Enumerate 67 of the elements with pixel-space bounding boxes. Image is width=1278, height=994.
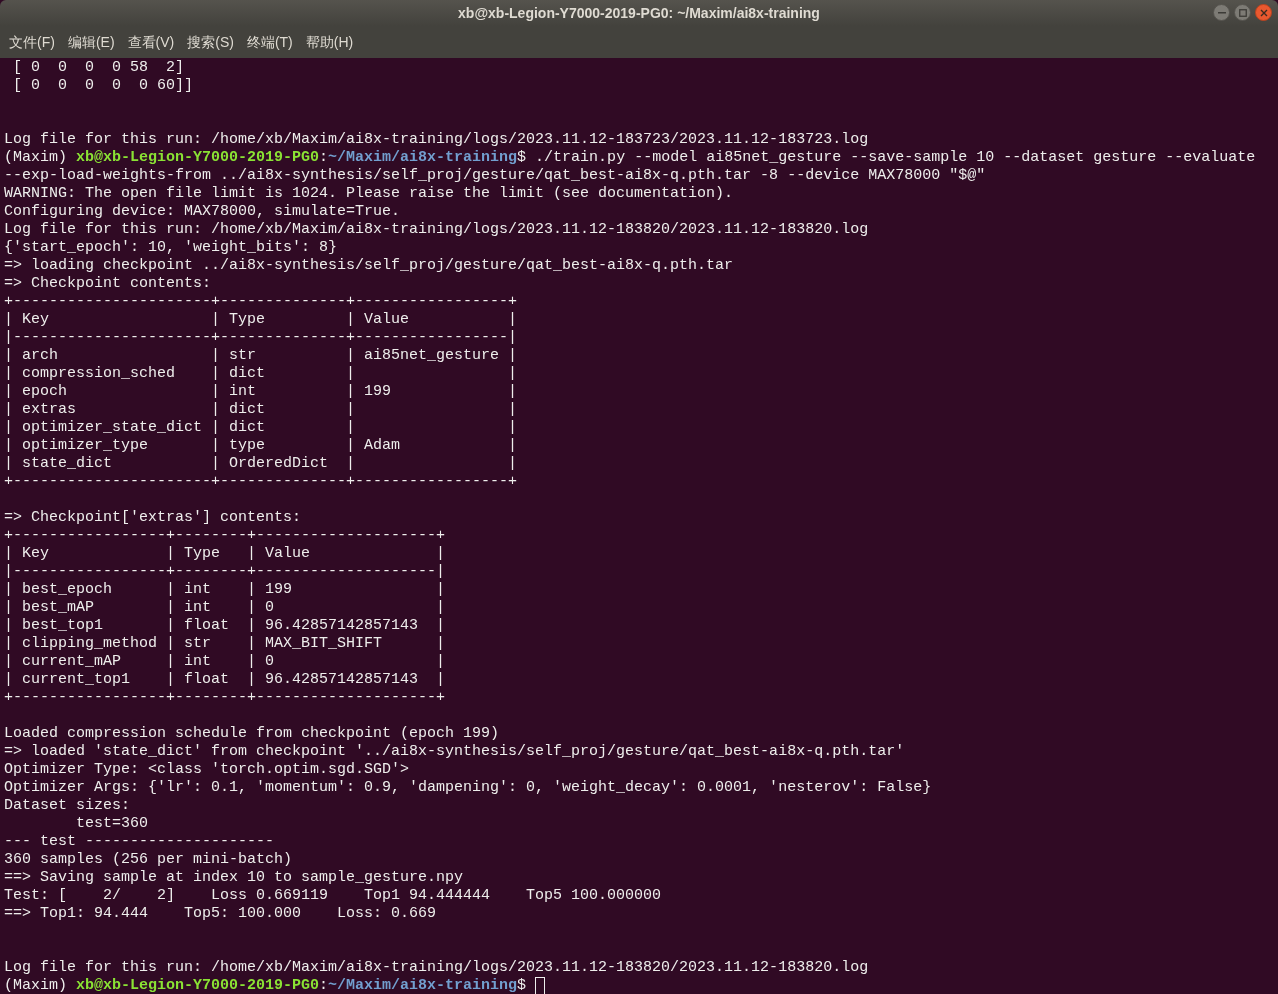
menu-item[interactable]: 文件(F) bbox=[9, 31, 55, 53]
terminal-line: Test: [ 2/ 2] Loss 0.669119 Top1 94.444444 Top5 100.000000 bbox=[4, 887, 663, 905]
terminal-line: | state_dict | OrderedDict | | bbox=[4, 455, 519, 473]
terminal-line: | optimizer_type | type | Adam | bbox=[4, 437, 519, 455]
terminal-line: | compression_sched | dict | | bbox=[4, 365, 519, 383]
terminal-line: | epoch | int | 199 | bbox=[4, 383, 519, 401]
terminal-line: Configuring device: MAX78000, simulate=True. bbox=[4, 203, 402, 221]
terminal-line: | current_mAP | int | 0 | bbox=[4, 653, 447, 671]
terminal-line: [ 0 0 0 0 0 60]] bbox=[12, 77, 195, 95]
terminal-line: [ 0 0 0 0 58 2] bbox=[12, 59, 186, 77]
window-title: xb@xb-Legion-Y7000-2019-PG0: ~/Maxim/ai8x-training bbox=[458, 3, 820, 23]
prompt-text: (Maxim) bbox=[4, 977, 68, 994]
terminal-line: 360 samples (256 per mini-batch) bbox=[4, 851, 294, 869]
terminal-line: Optimizer Args: {'lr': 0.1, 'momentum': 0.9, 'dampening': 0, 'weight_decay': 0.0001, 'nesterov': False} bbox=[4, 779, 933, 797]
terminal-line: | optimizer_state_dict | dict | | bbox=[4, 419, 519, 437]
terminal-line: Log file for this run: /home/xb/Maxim/ai8x-training/logs/2023.11.12-183723/2023.11.12-183723.log bbox=[4, 131, 870, 149]
terminal-line: => Checkpoint['extras'] contents: bbox=[4, 509, 303, 527]
terminal-line: | best_epoch | int | 199 | bbox=[4, 581, 447, 599]
menu-item[interactable]: 终端(T) bbox=[246, 31, 293, 53]
terminal-line: | extras | dict | | bbox=[4, 401, 519, 419]
terminal-line: --- test --------------------- bbox=[4, 833, 276, 851]
prompt-text: : bbox=[319, 149, 329, 167]
prompt-text: (Maxim) bbox=[4, 149, 68, 167]
terminal-line: | clipping_method | str | MAX_BIT_SHIFT | bbox=[4, 635, 447, 653]
terminal-line: |-----------------+--------+--------------------| bbox=[4, 563, 447, 581]
terminal-line: {'start_epoch': 10, 'weight_bits': 8} bbox=[4, 239, 339, 257]
terminal-line: | arch | str | ai85net_gesture | bbox=[4, 347, 519, 365]
prompt-text: $ bbox=[517, 977, 528, 994]
prompt-path: ~/Maxim/ai8x-training bbox=[328, 977, 518, 994]
terminal-line: | Key | Type | Value | bbox=[4, 545, 447, 563]
terminal-line: Log file for this run: /home/xb/Maxim/ai8x-training/logs/2023.11.12-183820/2023.11.12-183820.log bbox=[4, 221, 870, 239]
prompt-user: xb@xb-Legion-Y7000-2019-PG0 bbox=[76, 149, 320, 167]
terminal-line: => loading checkpoint ../ai8x-synthesis/self_proj/gesture/qat_best-ai8x-q.pth.tar bbox=[4, 257, 735, 275]
minimize-icon bbox=[1217, 11, 1226, 14]
terminal-line: --exp-load-weights-from ../ai8x-synthesis/self_proj/gesture/qat_best-ai8x-q.pth.tar -8 --device MAX78000 "$@" bbox=[4, 167, 987, 185]
terminal-line: | Key | Type | Value | bbox=[4, 311, 519, 329]
terminal-line: Dataset sizes: bbox=[4, 797, 132, 815]
terminal-line: +----------------------+--------------+-----------------+ bbox=[4, 293, 519, 311]
terminal-line: WARNING: The open file limit is 1024. Please raise the limit (see documentation). bbox=[4, 185, 735, 203]
terminal-line: |----------------------+--------------+-----------------| bbox=[4, 329, 519, 347]
menu-item[interactable]: 帮助(H) bbox=[305, 31, 354, 53]
terminal-line: Loaded compression schedule from checkpoint (epoch 199) bbox=[4, 725, 501, 743]
terminal-line: test=360 bbox=[75, 815, 150, 833]
close-button[interactable] bbox=[1255, 4, 1272, 21]
prompt-user: xb@xb-Legion-Y7000-2019-PG0 bbox=[76, 977, 320, 994]
terminal-line: | current_top1 | float | 96.42857142857143 | bbox=[4, 671, 447, 689]
terminal-line: | best_top1 | float | 96.42857142857143 | bbox=[4, 617, 447, 635]
terminal-line: ==> Top1: 94.444 Top5: 100.000 Loss: 0.669 bbox=[4, 905, 438, 923]
menu-item[interactable]: 查看(V) bbox=[127, 31, 175, 53]
terminal-line: Optimizer Type: <class 'torch.optim.sgd.SGD'> bbox=[4, 761, 411, 779]
menu-item[interactable]: 编辑(E) bbox=[67, 31, 115, 53]
prompt-text: : bbox=[319, 977, 329, 994]
prompt-text: $ ./train.py --model ai85net_gesture --save-sample 10 --dataset gesture --evaluate bbox=[517, 149, 1256, 167]
terminal-line: => Checkpoint contents: bbox=[4, 275, 213, 293]
prompt-path: ~/Maxim/ai8x-training bbox=[328, 149, 518, 167]
terminal-line: +-----------------+--------+--------------------+ bbox=[4, 689, 447, 707]
terminal-line: +----------------------+--------------+-----------------+ bbox=[4, 473, 519, 491]
terminal-line: => loaded 'state_dict' from checkpoint '../ai8x-synthesis/self_proj/gesture/qat_best-ai8x-q.pth.tar' bbox=[4, 743, 906, 761]
terminal-line: Log file for this run: /home/xb/Maxim/ai8x-training/logs/2023.11.12-183820/2023.11.12-183820.log bbox=[4, 959, 870, 977]
maximize-icon bbox=[1238, 8, 1247, 17]
maximize-button[interactable] bbox=[1234, 4, 1251, 21]
terminal-line: ==> Saving sample at index 10 to sample_gesture.npy bbox=[4, 869, 465, 887]
menu-item[interactable]: 搜索(S) bbox=[187, 31, 234, 53]
close-icon bbox=[1259, 8, 1268, 17]
terminal-line: +-----------------+--------+--------------------+ bbox=[4, 527, 447, 545]
minimize-button[interactable] bbox=[1213, 4, 1230, 21]
terminal-line: | best_mAP | int | 0 | bbox=[4, 599, 447, 617]
